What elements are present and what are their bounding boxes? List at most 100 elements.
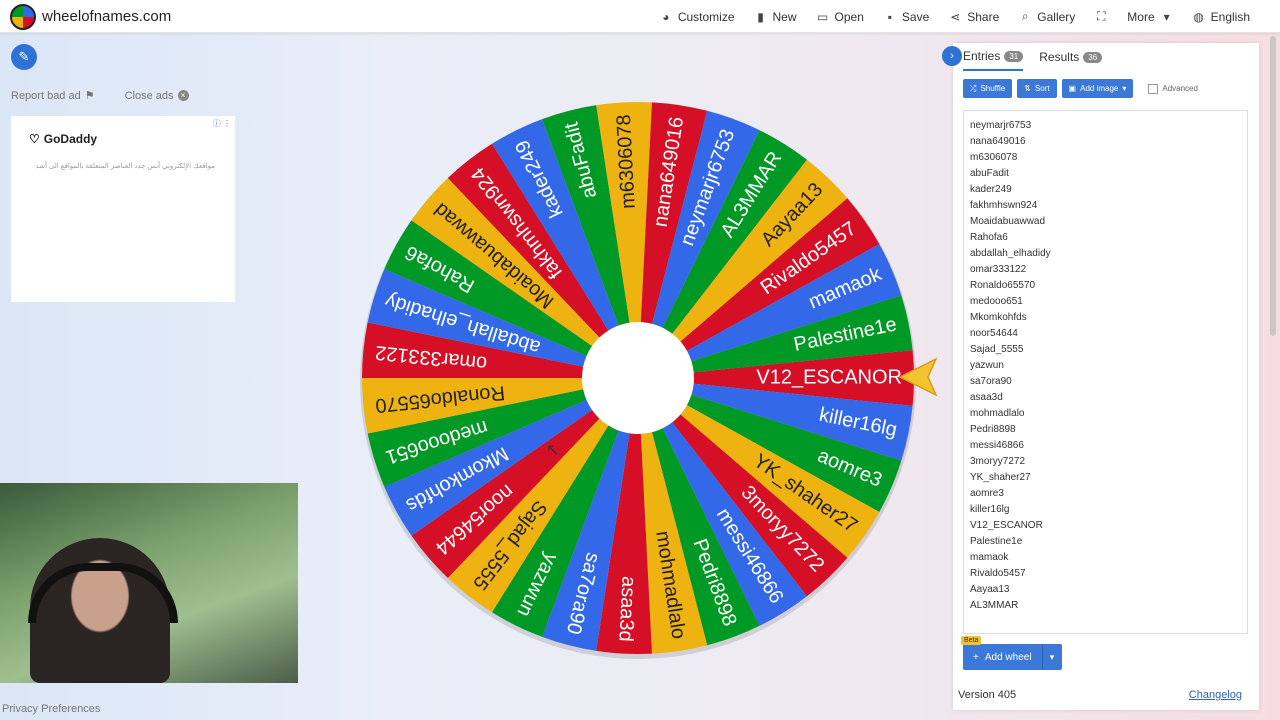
entry-line: yazwun — [970, 360, 1004, 371]
sort-button[interactable]: ⇅ Sort — [1017, 79, 1057, 98]
nav-item-new[interactable]: ▮ New — [745, 10, 807, 24]
entry-line: neymarjr6753 — [970, 120, 1032, 131]
entry-line: kader249 — [970, 184, 1012, 195]
wheel-pointer-icon — [898, 357, 938, 397]
chevron-right-icon: › — [950, 50, 954, 62]
close-icon: × — [177, 90, 189, 101]
advanced-checkbox[interactable] — [1148, 83, 1159, 94]
name-wheel[interactable]: V12_ESCANORkiller16lgaomre3YK_shaher273m… — [358, 96, 918, 664]
entries-count-badge: 31 — [1004, 50, 1024, 62]
entry-line: Ronaldo65570 — [970, 280, 1036, 291]
chevron-down-icon: ▾ — [1049, 651, 1055, 662]
entry-line: YK_shaher27 — [970, 472, 1031, 483]
add-image-button[interactable]: ▣ Add image ▾ — [1061, 79, 1134, 98]
close-ads-link[interactable]: Close ads × — [125, 89, 189, 102]
collapse-panel-button[interactable]: › — [942, 46, 962, 66]
entry-line: Palestine1e — [970, 536, 1023, 547]
pencil-icon: ✎ — [18, 49, 30, 64]
entry-line: m6306078 — [970, 152, 1018, 163]
entries-panel: Entries 31 Results 36 ⤮ Shuffle ⇅ Sort ▣ Ad… — [953, 43, 1259, 710]
entry-line: mamaok — [970, 552, 1009, 563]
wheel-container[interactable]: V12_ESCANOR killer16lg aomre3 YK_shaher27 3m… — [358, 96, 918, 664]
entry-line: Rivaldo5457 — [970, 568, 1026, 579]
edit-pencil-button[interactable]: ✎ — [11, 44, 37, 70]
entry-line: abdallah_elhadidy — [970, 248, 1051, 259]
site-title[interactable]: wheelofnames.com — [42, 8, 171, 25]
entry-line: messi46866 — [970, 440, 1024, 451]
entry-line: medooo651 — [970, 296, 1023, 307]
nav-item-more[interactable]: More ▾ — [1117, 10, 1182, 24]
chevron-down-icon: ▾ — [1122, 84, 1127, 93]
save-icon: ▪ — [887, 9, 893, 24]
entry-line: aomre3 — [970, 488, 1004, 499]
entry-line: mohmadlalo — [970, 408, 1025, 419]
entry-line: fakhmhswn924 — [970, 200, 1038, 211]
flag-icon: ⚑ — [84, 90, 95, 102]
globe-icon: ◍ — [1193, 9, 1204, 24]
entry-line: 3moryy7272 — [970, 456, 1026, 467]
entry-line: abuFadit — [970, 168, 1009, 179]
page-scrollbar[interactable] — [1270, 36, 1276, 336]
sort-icon: ⇅ — [1024, 84, 1031, 93]
entry-line: AL3MMAR — [970, 600, 1019, 611]
tab-entries[interactable]: Entries 31 — [963, 49, 1024, 71]
changelog-link[interactable]: Changelog — [1189, 689, 1242, 701]
godaddy-logo-icon: ♡ — [29, 132, 40, 146]
ad-links: Report bad ad ⚑ Close ads × — [11, 89, 189, 102]
webcam-overlay — [0, 483, 298, 683]
chevron-down-icon: ▾ — [1163, 9, 1170, 24]
wheel-segment-label: asaa3d — [614, 576, 639, 643]
add-wheel-button[interactable]: + Add wheel — [963, 644, 1042, 670]
plus-icon: + — [973, 651, 979, 663]
beta-badge: Beta — [961, 636, 982, 645]
entry-line: noor54644 — [970, 328, 1018, 339]
nav-item-open[interactable]: ▭ Open — [807, 10, 874, 24]
report-bad-ad-link[interactable]: Report bad ad ⚑ — [11, 89, 95, 103]
palette-icon: ◕ — [662, 9, 670, 24]
entry-line: Sajad_5555 — [970, 344, 1024, 355]
entry-line: Pedri8898 — [970, 424, 1016, 435]
entry-line: V12_ESCANOR — [970, 520, 1043, 531]
add-wheel-group: Beta + Add wheel ▾ — [961, 636, 1062, 670]
mouse-cursor-icon: ↖ — [546, 442, 560, 459]
version-label: Version 405 — [958, 689, 1017, 701]
wheel-segment-label: V12_ESCANOR — [756, 366, 902, 388]
share-icon: ⋖ — [950, 9, 961, 24]
search-icon: ⌕ — [1021, 9, 1029, 23]
folder-open-icon: ▭ — [816, 9, 829, 24]
nav-item-share[interactable]: ⋖ Share — [939, 10, 1009, 24]
add-wheel-dropdown-button[interactable]: ▾ — [1041, 644, 1062, 670]
nav-item-gallery[interactable]: ⌕ Gallery — [1009, 9, 1085, 24]
site-logo-icon[interactable] — [10, 4, 36, 30]
panel-tabs: Entries 31 Results 36 — [963, 49, 1103, 71]
entry-line: killer16lg — [970, 504, 1010, 515]
nav-item-english[interactable]: ◍ English — [1183, 10, 1260, 24]
shuffle-button[interactable]: ⤮ Shuffle — [963, 79, 1013, 98]
shuffle-icon: ⤮ — [970, 83, 977, 93]
nav-item-save[interactable]: ▪ Save — [874, 10, 939, 24]
ad-info-icon[interactable]: ⓘ ⋮ — [213, 118, 231, 129]
entry-line: nana649016 — [970, 136, 1026, 147]
entries-toolbar: ⤮ Shuffle ⇅ Sort ▣ Add image ▾ Advanced — [963, 79, 1198, 98]
ad-brand: ♡ GoDaddy — [29, 132, 98, 146]
top-bar: wheelofnames.com ◕ Customize ▮ New ▭ Open ▪ Sav… — [0, 0, 1280, 33]
nav-item-fullscreen[interactable]: ⛶ — [1085, 9, 1117, 24]
entry-line: sa7ora90 — [970, 376, 1012, 387]
fullscreen-icon: ⛶ — [1097, 9, 1106, 23]
image-icon: ▣ — [1068, 84, 1077, 93]
privacy-preferences-link[interactable]: Privacy Preferences — [2, 703, 100, 715]
entry-line: Moaidabuawwad — [970, 216, 1046, 227]
entries-textarea[interactable]: neymarjr6753 nana649016 m6306078 abuFadit ka… — [963, 110, 1248, 634]
entry-line: asaa3d — [970, 392, 1003, 403]
ad-text: مواقعك الإلكتروني أنس جدد العناصر المتعل… — [35, 163, 215, 170]
nav-item-customize[interactable]: ◕ Customize — [650, 10, 745, 24]
wheel-center-hub[interactable] — [582, 322, 694, 434]
results-count-badge: 36 — [1083, 51, 1103, 63]
entry-line: omar333122 — [970, 264, 1027, 275]
entry-line: Mkomkohfds — [970, 312, 1027, 323]
tab-results[interactable]: Results 36 — [1039, 49, 1103, 71]
advertisement[interactable]: ⓘ ⋮ ♡ GoDaddy مواقعك الإلكتروني أنس جدد ا… — [11, 116, 235, 302]
advanced-toggle[interactable]: Advanced — [1148, 83, 1198, 94]
entry-line: Rahofa6 — [970, 232, 1008, 243]
entry-line: Aayaa13 — [970, 584, 1010, 595]
